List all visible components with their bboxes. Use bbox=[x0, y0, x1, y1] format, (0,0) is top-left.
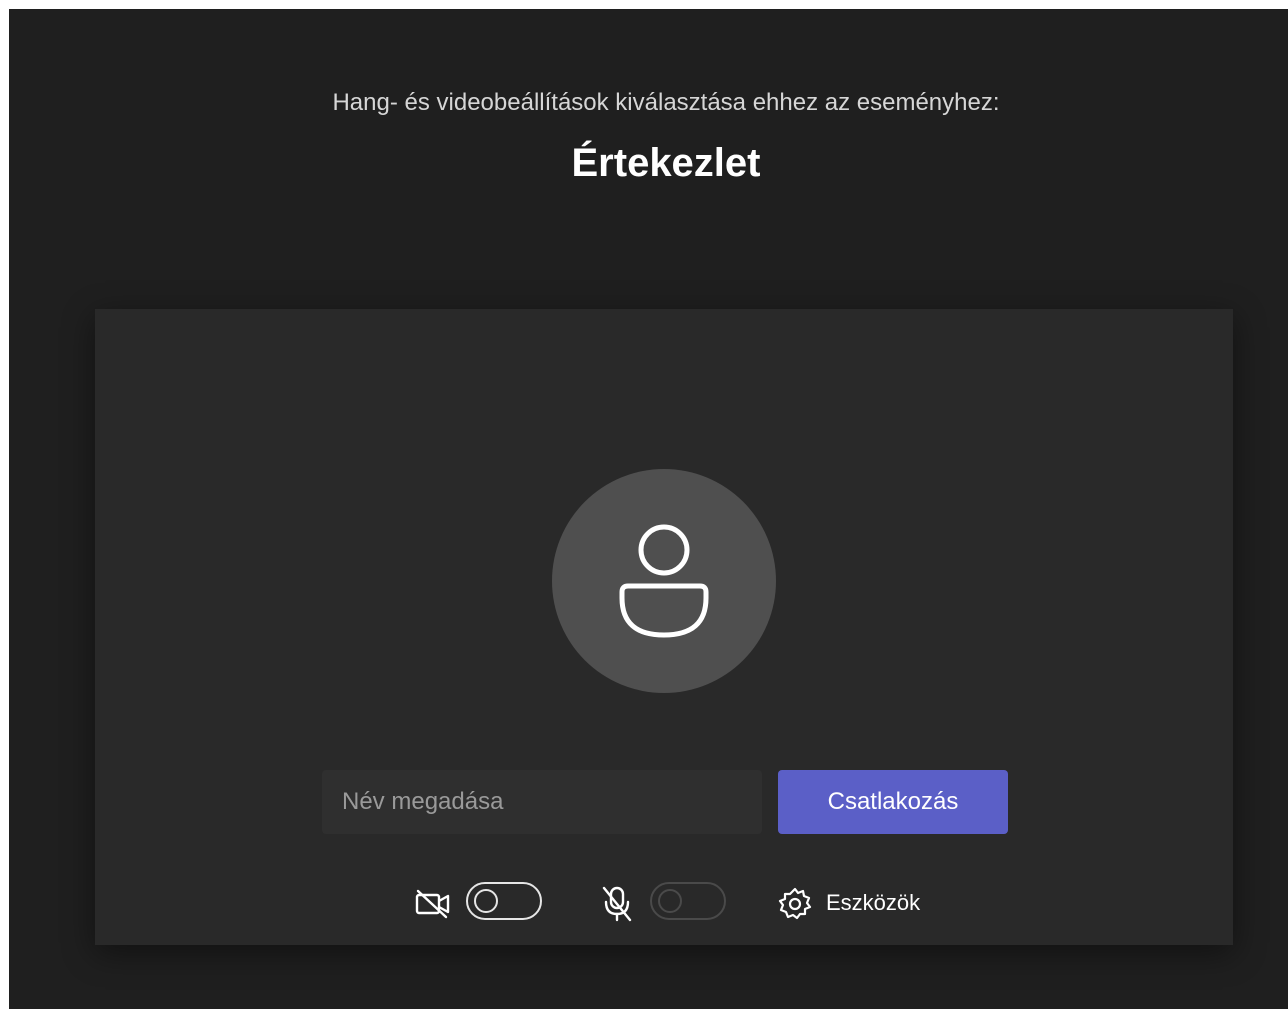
gear-icon[interactable] bbox=[777, 886, 813, 922]
mic-off-icon[interactable] bbox=[599, 884, 635, 924]
pre-join-screen: Hang- és videobeállítások kiválasztása e… bbox=[9, 9, 1288, 1009]
mic-toggle[interactable] bbox=[650, 882, 726, 920]
mic-toggle-knob bbox=[658, 889, 682, 913]
device-controls: Eszközök bbox=[95, 878, 1233, 928]
camera-toggle-knob bbox=[474, 889, 498, 913]
name-input[interactable] bbox=[322, 770, 762, 834]
camera-off-icon[interactable] bbox=[415, 886, 451, 922]
avatar bbox=[552, 469, 776, 693]
devices-button-label[interactable]: Eszközök bbox=[826, 890, 920, 916]
page-subtitle: Hang- és videobeállítások kiválasztása e… bbox=[332, 89, 1000, 116]
meeting-title: Értekezlet bbox=[571, 141, 761, 185]
camera-toggle[interactable] bbox=[466, 882, 542, 920]
preview-panel: Csatlakozás bbox=[95, 309, 1233, 945]
person-icon bbox=[612, 522, 716, 640]
join-button[interactable]: Csatlakozás bbox=[778, 770, 1008, 834]
